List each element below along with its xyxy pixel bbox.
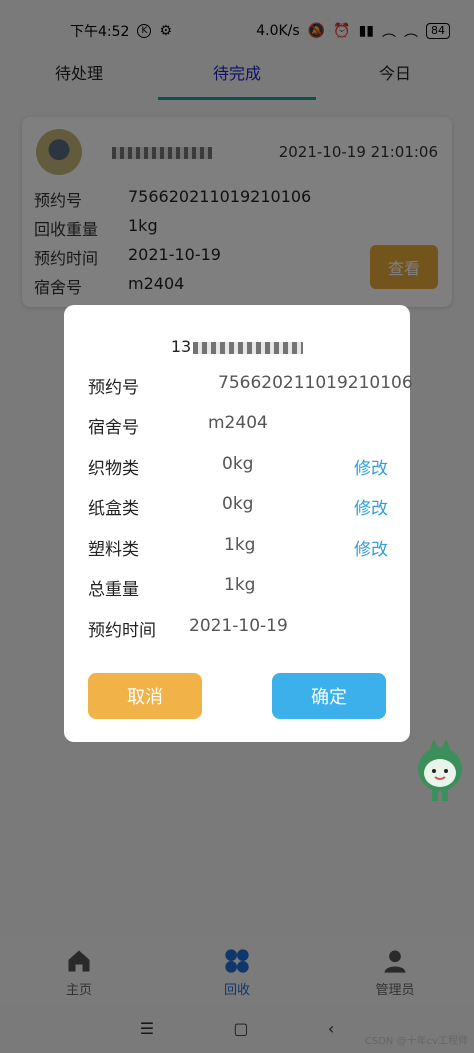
- dialog-label: 预约时间: [88, 621, 156, 641]
- dialog-row-plastic: 塑料类 1kg 修改: [88, 535, 388, 560]
- dialog-row-fabric: 织物类 0kg 修改: [88, 454, 388, 479]
- edit-fabric-link[interactable]: 修改: [354, 454, 388, 479]
- mascot-icon[interactable]: [414, 735, 466, 805]
- dialog-label: 预约号: [88, 378, 139, 398]
- dialog-row-order-no: 预约号 756620211019210106: [88, 373, 413, 398]
- edit-plastic-link[interactable]: 修改: [354, 535, 388, 560]
- dialog-value: 756620211019210106: [218, 373, 413, 393]
- dialog-row-carton: 纸盒类 0kg 修改: [88, 494, 388, 519]
- dialog-label: 织物类: [88, 459, 139, 479]
- dialog-row-date: 预约时间 2021-10-19: [88, 616, 388, 641]
- dialog-value: 0kg: [222, 494, 254, 514]
- dialog-value: m2404: [208, 413, 268, 433]
- dialog-value: 0kg: [222, 454, 254, 474]
- confirm-button[interactable]: 确定: [272, 673, 386, 719]
- dialog-label: 宿舍号: [88, 418, 139, 438]
- dialog-value: 1kg: [224, 535, 256, 555]
- edit-carton-link[interactable]: 修改: [354, 494, 388, 519]
- dialog-label: 纸盒类: [88, 499, 139, 519]
- dialog-title: 13: [64, 337, 410, 356]
- dialog-label: 塑料类: [88, 540, 139, 560]
- dialog-value: 2021-10-19: [189, 616, 288, 636]
- masked-phone: [193, 341, 304, 354]
- dialog-row-total: 总重量 1kg: [88, 575, 388, 600]
- watermark: CSDN @十年cv工程师: [364, 1036, 468, 1047]
- dialog-row-dorm: 宿舍号 m2404: [88, 413, 388, 438]
- edit-dialog: 13 预约号 756620211019210106 宿舍号 m2404 织物类 …: [64, 305, 413, 742]
- dialog-label: 总重量: [88, 580, 139, 600]
- phone-prefix: 13: [170, 337, 192, 356]
- cancel-button[interactable]: 取消: [88, 673, 202, 719]
- dialog-value: 1kg: [224, 575, 256, 595]
